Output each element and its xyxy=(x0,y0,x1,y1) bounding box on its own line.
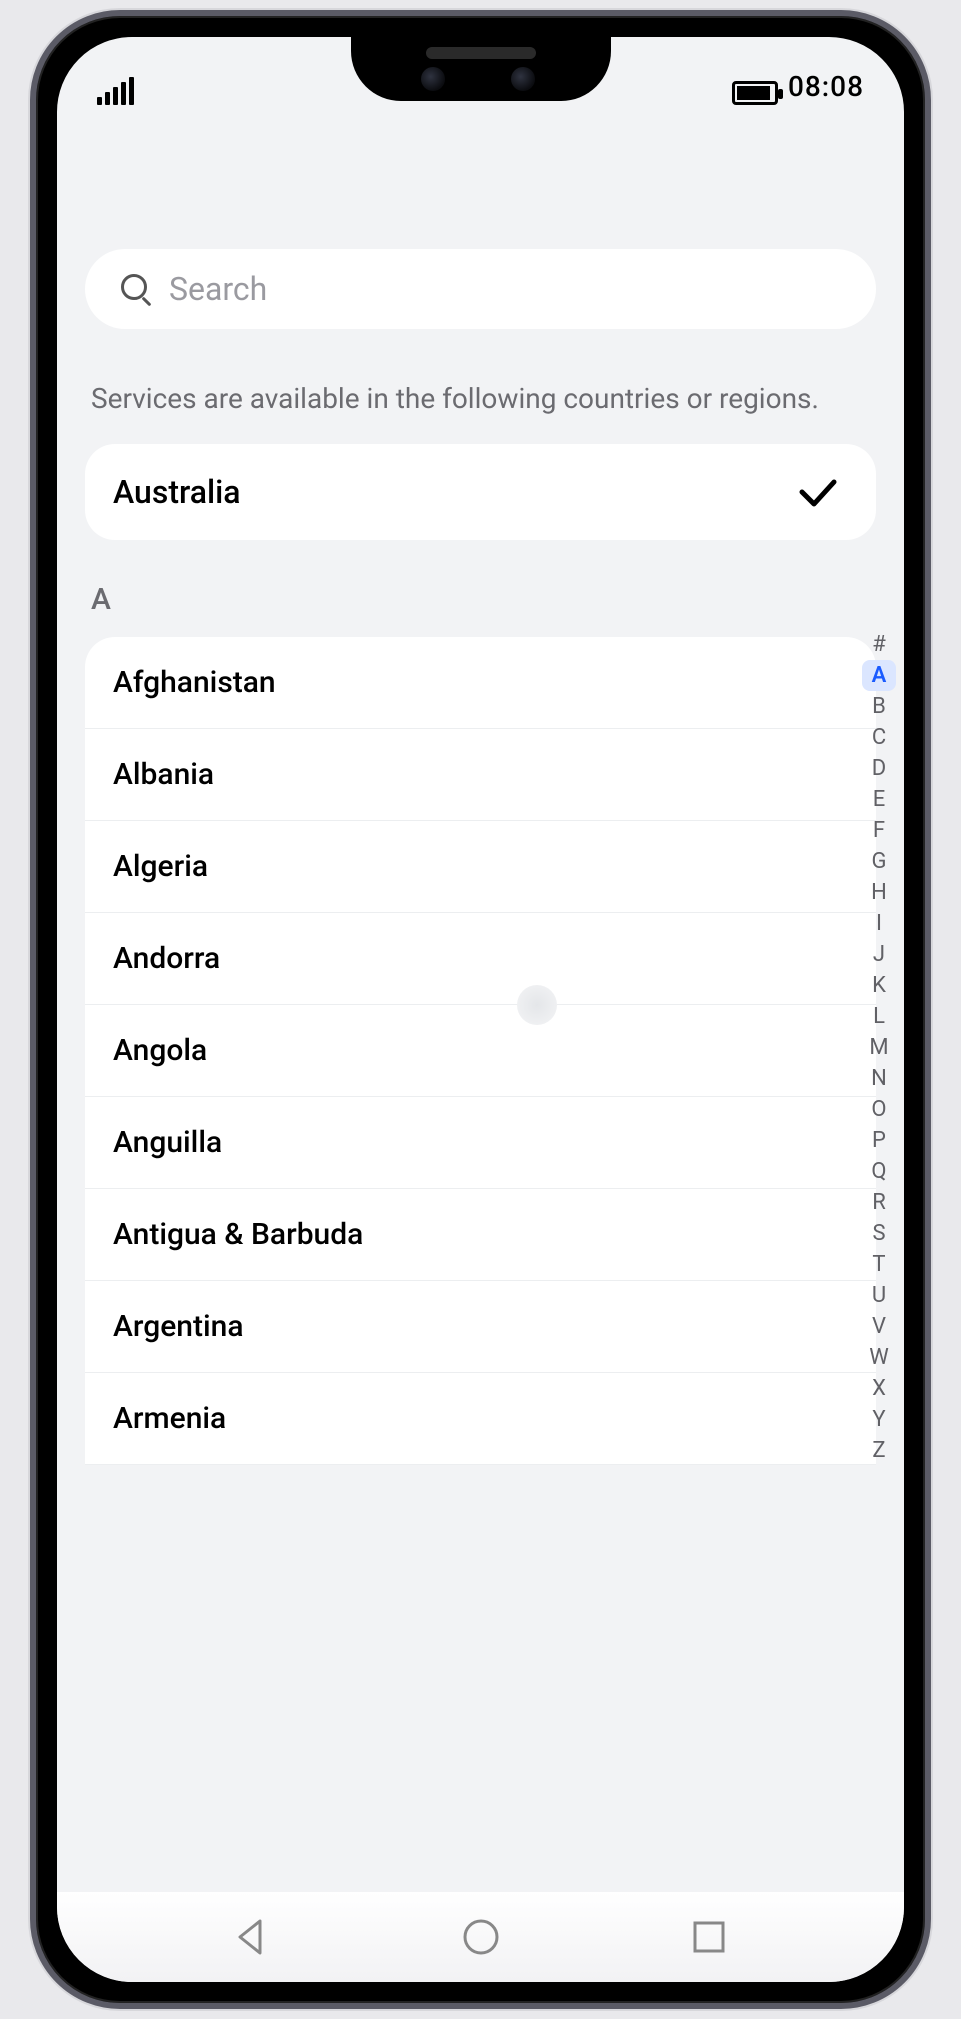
index-letter[interactable]: V xyxy=(862,1311,896,1342)
index-letter[interactable]: N xyxy=(862,1063,896,1094)
check-icon xyxy=(794,468,842,516)
phone-frame: 08:08 Search Services are available in t… xyxy=(30,10,931,2009)
section-header: A xyxy=(85,540,876,637)
notch xyxy=(351,34,611,101)
alpha-index[interactable]: #ABCDEFGHIJKLMNOPQRSTUVWXYZ xyxy=(862,629,896,1466)
index-letter[interactable]: S xyxy=(862,1218,896,1249)
index-letter[interactable]: L xyxy=(862,1001,896,1032)
front-camera xyxy=(511,67,535,91)
index-letter[interactable]: F xyxy=(862,815,896,846)
index-letter[interactable]: H xyxy=(862,877,896,908)
phone-side-button xyxy=(927,676,931,856)
recents-icon xyxy=(685,1913,733,1961)
status-clock: 08:08 xyxy=(788,70,864,105)
nav-bar xyxy=(57,1892,904,1982)
battery-icon xyxy=(732,81,778,105)
search-placeholder: Search xyxy=(169,270,267,308)
index-letter[interactable]: W xyxy=(862,1342,896,1373)
availability-description: Services are available in the following … xyxy=(85,329,876,444)
home-icon xyxy=(457,1913,505,1961)
index-letter[interactable]: O xyxy=(862,1094,896,1125)
screen: 08:08 Search Services are available in t… xyxy=(54,34,907,1985)
search-icon xyxy=(121,274,151,304)
list-item[interactable]: Algeria xyxy=(85,821,876,913)
index-letter[interactable]: # xyxy=(862,629,896,660)
index-letter[interactable]: C xyxy=(862,722,896,753)
front-camera xyxy=(421,67,445,91)
index-letter[interactable]: J xyxy=(862,939,896,970)
index-letter[interactable]: Z xyxy=(862,1435,896,1466)
country-list: Afghanistan Albania Algeria Andorra Ango… xyxy=(85,637,876,1465)
index-letter[interactable]: B xyxy=(862,691,896,722)
index-letter[interactable]: K xyxy=(862,970,896,1001)
list-item[interactable]: Argentina xyxy=(85,1281,876,1373)
index-letter[interactable]: I xyxy=(862,908,896,939)
index-letter[interactable]: X xyxy=(862,1373,896,1404)
speaker-grill xyxy=(426,47,536,59)
list-item[interactable]: Albania xyxy=(85,729,876,821)
list-item[interactable]: Andorra xyxy=(85,913,876,1005)
index-letter[interactable]: A xyxy=(862,660,896,691)
index-letter[interactable]: U xyxy=(862,1280,896,1311)
selected-country-label: Australia xyxy=(113,473,241,511)
recents-button[interactable] xyxy=(675,1903,743,1971)
phone-side-button xyxy=(30,576,34,666)
index-letter[interactable]: P xyxy=(862,1125,896,1156)
home-button[interactable] xyxy=(447,1903,515,1971)
back-button[interactable] xyxy=(218,1903,286,1971)
index-letter[interactable]: T xyxy=(862,1249,896,1280)
list-item[interactable]: Angola xyxy=(85,1005,876,1097)
index-letter[interactable]: E xyxy=(862,784,896,815)
signal-icon xyxy=(97,77,134,105)
list-item[interactable]: Antigua & Barbuda xyxy=(85,1189,876,1281)
back-icon xyxy=(228,1913,276,1961)
selected-country[interactable]: Australia xyxy=(85,444,876,540)
phone-side-button xyxy=(927,486,931,566)
index-letter[interactable]: Q xyxy=(862,1156,896,1187)
list-item[interactable]: Anguilla xyxy=(85,1097,876,1189)
index-letter[interactable]: R xyxy=(862,1187,896,1218)
index-letter[interactable]: D xyxy=(862,753,896,784)
search-input[interactable]: Search xyxy=(85,249,876,329)
index-letter[interactable]: G xyxy=(862,846,896,877)
index-letter[interactable]: Y xyxy=(862,1404,896,1435)
list-item[interactable]: Armenia xyxy=(85,1373,876,1465)
index-letter[interactable]: M xyxy=(862,1032,896,1063)
list-item[interactable]: Afghanistan xyxy=(85,637,876,729)
